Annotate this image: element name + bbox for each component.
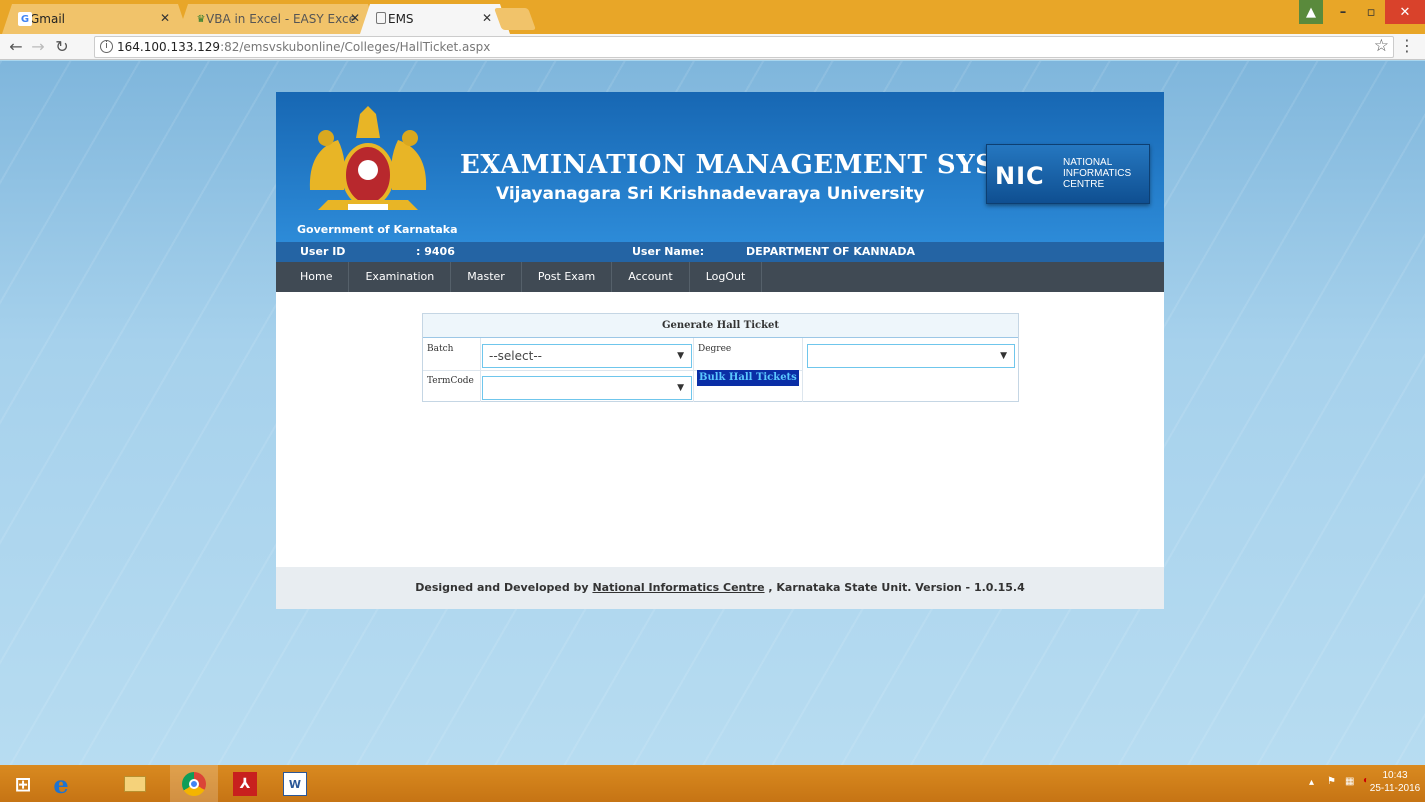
internet-explorer-icon[interactable]: e <box>46 769 76 799</box>
footer-suffix: , Karnataka State Unit. Version - 1.0.15… <box>768 581 1025 594</box>
clock[interactable]: 10:43 25-11-2016 <box>1369 769 1421 795</box>
url-host: 164.100.133.129 <box>117 40 221 54</box>
page-title: EXAMINATION MANAGEMENT SYSTEM <box>460 150 1064 180</box>
nic-mark: NIC <box>995 162 1045 190</box>
url-path: :82/emsvskubonline/Colleges/HallTicket.a… <box>220 40 491 54</box>
clock-time: 10:43 <box>1382 770 1408 781</box>
adobe-reader-icon[interactable]: ⅄ <box>230 769 260 799</box>
nav-post-exam[interactable]: Post Exam <box>522 262 613 292</box>
tab-ems[interactable]: EMS ✕ <box>360 4 510 34</box>
bookmark-star-icon[interactable]: ☆ <box>1374 36 1389 56</box>
dropdown-arrow-icon: ▼ <box>677 383 684 393</box>
reload-icon[interactable]: ↻ <box>52 37 72 57</box>
nic-text: NATIONAL INFORMATICS CENTRE <box>1063 157 1131 190</box>
nav-logout[interactable]: LogOut <box>690 262 763 292</box>
nav-examination[interactable]: Examination <box>349 262 452 292</box>
info-icon[interactable]: i <box>100 40 113 53</box>
user-name-label: User Name: <box>632 245 705 258</box>
gov-label: Government of Karnataka <box>297 223 458 236</box>
close-tab-icon[interactable]: ✕ <box>350 11 360 25</box>
university-name: Vijayanagara Sri Krishnadevaraya Univers… <box>496 184 925 204</box>
termcode-label: TermCode <box>427 376 474 386</box>
termcode-select[interactable]: ▼ <box>482 376 692 400</box>
chrome-icon[interactable] <box>170 765 218 802</box>
window-controls: ▲ – ▫ ✕ <box>1299 0 1425 24</box>
file-explorer-icon[interactable] <box>120 769 150 799</box>
tab-label: EMS <box>388 12 414 26</box>
tab-label: VBA in Excel - EASY Exce <box>206 12 356 26</box>
hall-ticket-form: Generate Hall Ticket Batch --select-- ▼ … <box>422 313 1019 402</box>
nic-line: CENTRE <box>1063 179 1105 190</box>
browser-menu-icon[interactable]: ⋮ <box>1399 36 1415 55</box>
user-info-bar: User ID : 9406 User Name: DEPARTMENT OF … <box>276 242 1164 262</box>
divider <box>802 338 803 402</box>
page-icon <box>376 12 386 24</box>
close-tab-icon[interactable]: ✕ <box>482 11 492 25</box>
main-nav: Home Examination Master Post Exam Accoun… <box>276 262 1164 292</box>
footer-prefix: Designed and Developed by <box>415 581 589 594</box>
forward-arrow-icon[interactable]: → <box>28 37 48 57</box>
dropdown-arrow-icon: ▼ <box>677 351 684 361</box>
user-id-value: : 9406 <box>416 245 455 258</box>
action-center-icon[interactable]: ⚑ <box>1327 776 1336 787</box>
gmail-icon: G <box>18 12 32 26</box>
nav-master[interactable]: Master <box>451 262 522 292</box>
user-id-label: User ID <box>300 245 346 258</box>
user-profile-icon[interactable]: ▲ <box>1299 0 1323 24</box>
karnataka-emblem-icon <box>309 106 427 210</box>
clock-date: 25-11-2016 <box>1369 783 1421 794</box>
system-tray: ▴ ⚑ ▦ ◐ 10:43 25-11-2016 <box>1305 765 1425 802</box>
batch-select-value: --select-- <box>489 349 542 363</box>
degree-select[interactable]: ▼ <box>807 344 1015 368</box>
user-name-value: DEPARTMENT OF KANNADA <box>746 245 915 258</box>
degree-label: Degree <box>698 344 732 354</box>
close-tab-icon[interactable]: ✕ <box>160 11 170 25</box>
batch-select[interactable]: --select-- ▼ <box>482 344 692 368</box>
ems-page: Government of Karnataka EXAMINATION MANA… <box>276 92 1164 609</box>
excel-easy-icon: ♛ <box>196 13 206 25</box>
windows-taskbar: ⊞ e ⅄ W ▴ ⚑ ▦ ◐ 10:43 25-11-2016 <box>0 765 1425 802</box>
nav-account[interactable]: Account <box>612 262 690 292</box>
word-icon[interactable]: W <box>280 769 310 799</box>
new-tab-button[interactable] <box>493 8 537 30</box>
form-title: Generate Hall Ticket <box>423 314 1018 338</box>
browser-tab-strip: G Gmail ✕ ♛ VBA in Excel - EASY Exce ✕ E… <box>0 0 1425 34</box>
header-banner: Government of Karnataka EXAMINATION MANA… <box>276 92 1164 242</box>
bulk-hall-tickets-button[interactable]: Bulk Hall Tickets <box>697 370 799 386</box>
address-bar[interactable]: i 164.100.133.129:82/emsvskubonline/Coll… <box>94 36 1394 58</box>
nic-line: NATIONAL <box>1063 157 1113 168</box>
nic-logo: NIC NATIONAL INFORMATICS CENTRE <box>986 144 1150 204</box>
close-window-button[interactable]: ✕ <box>1385 0 1425 24</box>
tab-vba-excel[interactable]: ♛ VBA in Excel - EASY Exce ✕ <box>178 4 378 34</box>
tab-label: Gmail <box>30 12 66 26</box>
maximize-button[interactable]: ▫ <box>1357 0 1385 24</box>
browser-toolbar: ← → ↻ i 164.100.133.129:82/emsvskubonlin… <box>0 34 1425 60</box>
nic-link[interactable]: National Informatics Centre <box>592 581 764 594</box>
nav-home[interactable]: Home <box>284 262 350 292</box>
tray-expand-icon[interactable]: ▴ <box>1309 777 1314 788</box>
minimize-button[interactable]: – <box>1329 0 1357 24</box>
nic-line: INFORMATICS <box>1063 168 1132 179</box>
dropdown-arrow-icon: ▼ <box>1000 351 1007 361</box>
batch-label: Batch <box>427 344 454 354</box>
windows-start-icon[interactable]: ⊞ <box>8 769 38 799</box>
page-footer: Designed and Developed by National Infor… <box>276 567 1164 609</box>
network-icon[interactable]: ▦ <box>1345 776 1354 787</box>
tab-gmail[interactable]: G Gmail ✕ <box>2 4 188 34</box>
back-arrow-icon[interactable]: ← <box>6 37 26 57</box>
